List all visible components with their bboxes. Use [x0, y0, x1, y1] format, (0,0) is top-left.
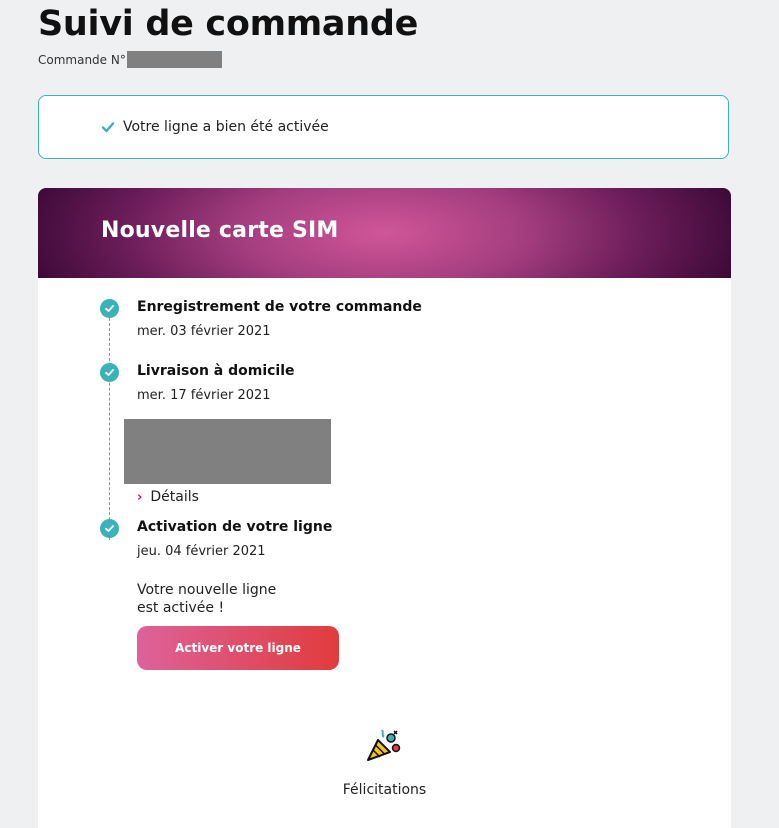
activation-note: Votre nouvelle ligne est activée ! — [137, 581, 276, 617]
step-date: mer. 17 février 2021 — [137, 388, 271, 403]
delivery-address-redacted — [124, 419, 331, 484]
chevron-right-icon: › — [137, 489, 143, 505]
step-done-icon — [100, 299, 119, 318]
congrats-text: Félicitations — [342, 782, 427, 798]
sim-card-panel: Nouvelle carte SIM Enregistrement de vot… — [38, 188, 731, 828]
step-date: mer. 03 février 2021 — [137, 324, 271, 339]
step-title: Activation de votre ligne — [137, 519, 333, 535]
page-title: Suivi de commande — [38, 4, 419, 44]
note-line: Votre nouvelle ligne — [137, 582, 277, 598]
order-number-redacted — [126, 51, 222, 68]
party-popper-icon — [367, 729, 401, 761]
order-number-label: Commande N° — [38, 52, 126, 67]
check-icon — [105, 369, 114, 376]
step-done-icon — [100, 519, 119, 538]
activate-line-button[interactable]: Activer votre ligne — [137, 626, 339, 670]
details-label: Détails — [150, 489, 199, 505]
check-icon — [105, 305, 114, 312]
step-title: Livraison à domicile — [137, 363, 295, 379]
check-icon — [101, 122, 115, 133]
step-date: jeu. 04 février 2021 — [137, 544, 266, 559]
card-title: Nouvelle carte SIM — [101, 218, 339, 243]
card-header: Nouvelle carte SIM — [38, 188, 731, 278]
order-number: Commande N° — [38, 51, 222, 68]
step-title: Enregistrement de votre commande — [137, 299, 422, 315]
alert-message: Votre ligne a bien été activée — [123, 119, 329, 135]
timeline-connector — [109, 318, 110, 540]
step-done-icon — [100, 363, 119, 382]
check-icon — [105, 525, 114, 532]
details-link[interactable]: › Détails — [137, 489, 199, 505]
activation-alert: Votre ligne a bien été activée — [38, 95, 729, 159]
note-line: est activée ! — [137, 600, 225, 616]
